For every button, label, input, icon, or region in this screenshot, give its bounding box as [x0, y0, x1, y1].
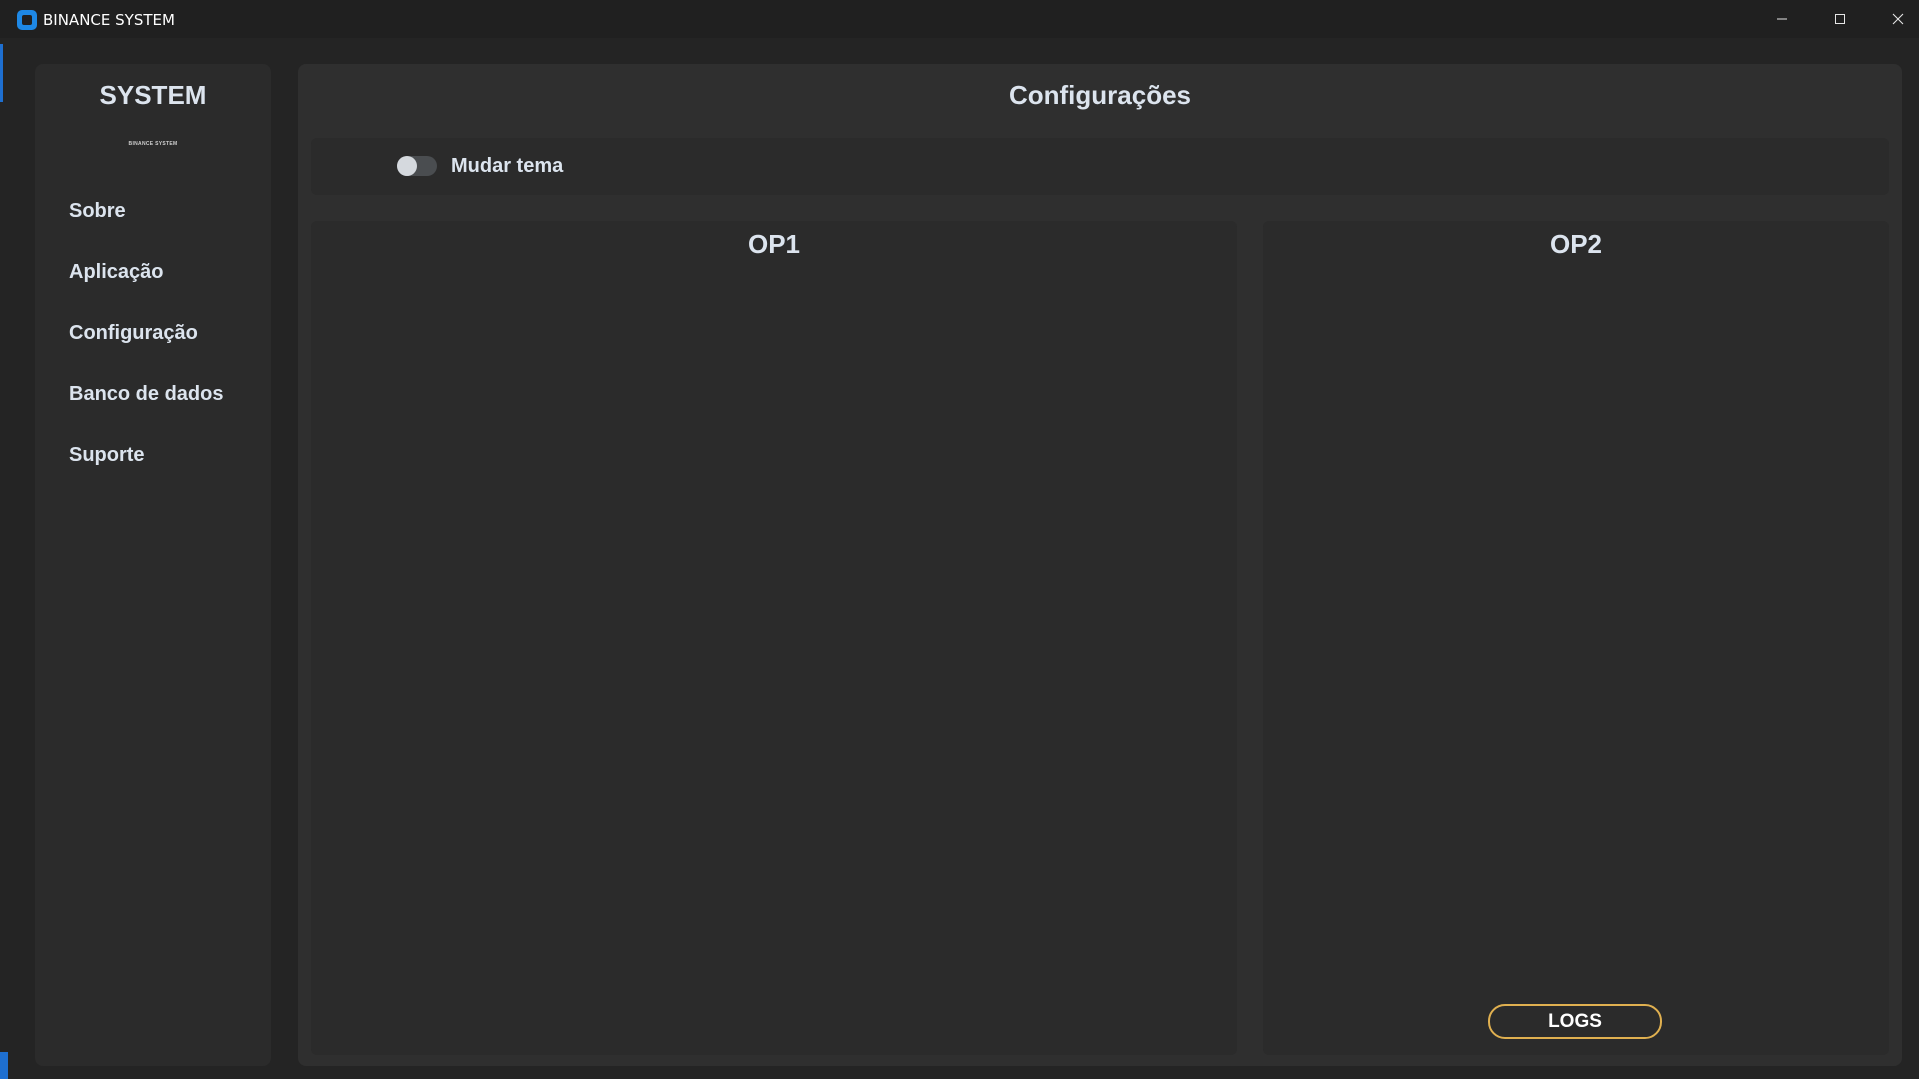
toggle-knob — [397, 156, 417, 176]
page-title: Configurações — [1008, 80, 1192, 110]
sidebar-item-sobre[interactable]: Sobre — [35, 181, 271, 242]
sidebar-brand-subtitle: BINANCE SYSTEM — [128, 141, 178, 147]
title-bar: BINANCE SYSTEM — [0, 0, 1919, 38]
minimize-button[interactable] — [1753, 0, 1811, 38]
sidebar-brand: SYSTEM — [99, 80, 207, 110]
app-window: BINANCE SYSTEM SYSTEM BINANCE SYSTEM Sob… — [0, 0, 1919, 1079]
main-content: Configurações Mudar tema OP1 OP2 LOGS — [298, 64, 1902, 1066]
sidebar-item-suporte[interactable]: Suporte — [35, 425, 271, 486]
theme-settings-row: Mudar tema — [311, 138, 1889, 195]
close-icon — [1892, 13, 1904, 25]
op1-panel: OP1 — [311, 221, 1237, 1055]
logs-button[interactable]: LOGS — [1488, 1004, 1662, 1039]
close-button[interactable] — [1869, 0, 1919, 38]
edge-accent — [0, 44, 3, 102]
maximize-button[interactable] — [1811, 0, 1869, 38]
minimize-icon — [1777, 18, 1787, 20]
maximize-icon — [1835, 14, 1845, 24]
edge-accent-bottom — [0, 1052, 8, 1079]
sidebar-nav: Sobre Aplicação Configuração Banco de da… — [35, 181, 271, 486]
sidebar: SYSTEM BINANCE SYSTEM Sobre Aplicação Co… — [35, 64, 271, 1066]
app-icon — [17, 10, 37, 30]
window-title: BINANCE SYSTEM — [43, 11, 175, 29]
sidebar-item-configuracao[interactable]: Configuração — [35, 303, 271, 364]
op2-title: OP2 — [1549, 229, 1603, 259]
op1-title: OP1 — [747, 229, 801, 259]
theme-toggle-label: Mudar tema — [451, 155, 564, 177]
op2-panel: OP2 LOGS — [1263, 221, 1889, 1055]
sidebar-item-aplicacao[interactable]: Aplicação — [35, 242, 271, 303]
sidebar-item-banco-de-dados[interactable]: Banco de dados — [35, 364, 271, 425]
theme-toggle[interactable] — [397, 156, 437, 176]
